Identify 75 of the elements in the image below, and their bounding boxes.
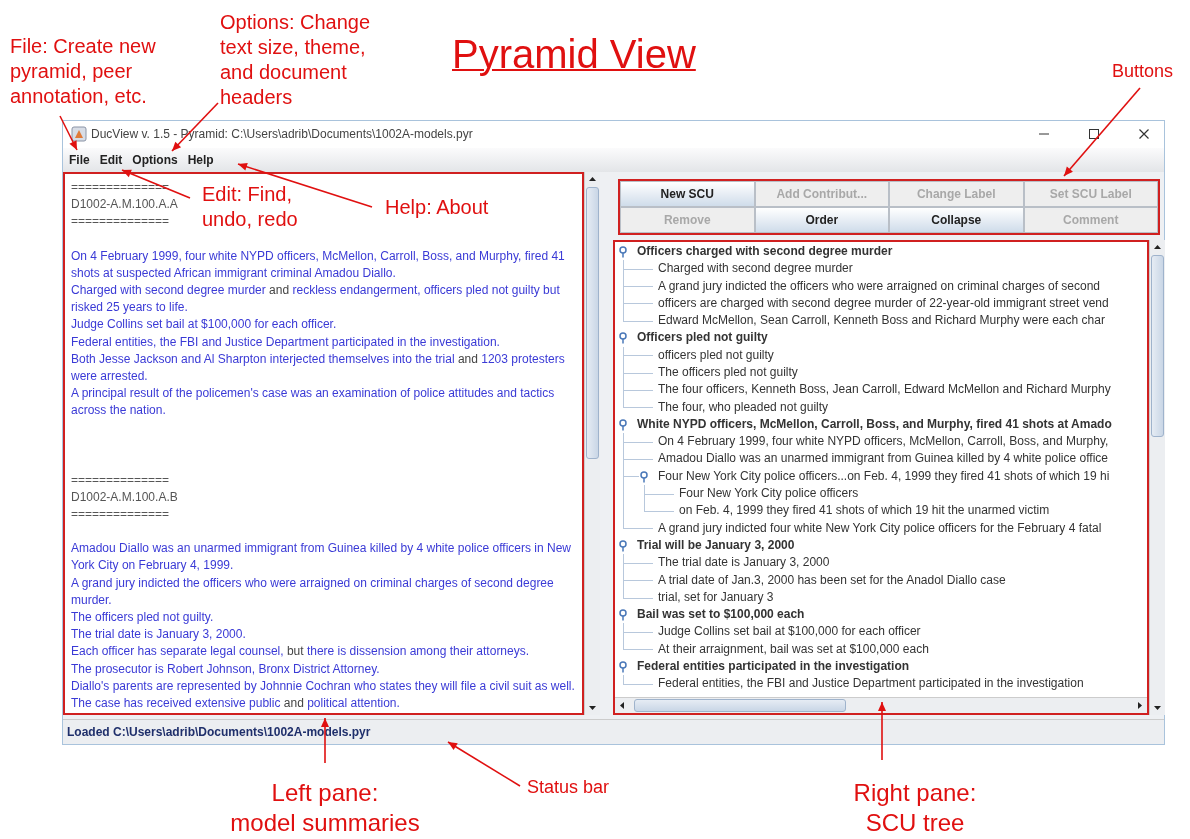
tree-node[interactable]: Federal entities, the FBI and Justice Department participated in the investigation (658, 676, 1084, 691)
summary-sentence: Federal entities, the FBI and Justice Department participated in the investigation. (71, 333, 501, 351)
summary-sentence: The trial date is January 3, 2000. (71, 626, 247, 644)
tree-node[interactable]: The officers pled not guilty (658, 365, 798, 379)
callout-label: Options: Change text size, theme, and document headers (220, 10, 371, 110)
summary-sentence: The prosecutor is Robert Johnson, Bronx District Attorney. (71, 660, 381, 678)
vertical-scrollbar[interactable] (584, 171, 600, 715)
summary-sentence: Judge Collins set bail at $100,000 for each officer. (71, 316, 338, 334)
summary-sentence: The case has received extensive public and political attention. (71, 695, 401, 712)
tree-node[interactable]: on Feb. 4, 1999 they fired 41 shots of which 19 hit the unarmed victim (679, 503, 1050, 518)
summary-sentence: Each officer has separate legal counsel, but there is dissension among their attorneys. (71, 643, 531, 661)
callout-arrow (59, 115, 78, 151)
tree-node[interactable]: The trial date is January 3, 2000 (658, 555, 830, 570)
summary-sentence: The officers pled not guilty. (71, 609, 215, 626)
callout-label: Edit: Find, undo, redo (202, 182, 298, 232)
tree-node[interactable]: Trial will be January 3, 2000 (637, 537, 795, 552)
document-id: D1002-A.M.100.A.B (71, 488, 178, 506)
callout-label: Left pane: model summaries (229, 778, 421, 838)
tree-toggle-icon[interactable] (618, 661, 628, 674)
toolbar-button[interactable]: Collapse (889, 206, 1024, 233)
tree-toggle-icon[interactable] (618, 539, 628, 552)
summary-sentence: On 4 February 1999, four white NYPD officers, McMellon, Carroll, Boss, and Murphy, fired 41 shots at suspected African immigrant criminal Amadou Diallo. (71, 247, 566, 282)
app-icon (71, 126, 87, 143)
tree-node[interactable]: Judge Collins set bail at $100,000 for each officer (658, 624, 921, 639)
toolbar-button[interactable]: Order (754, 206, 889, 233)
tree-node[interactable]: Federal entities participated in the investigation (637, 659, 910, 674)
tree-toggle-icon[interactable] (618, 609, 628, 622)
tree-node[interactable]: Officers pled not guilty (637, 330, 768, 345)
tree-toggle-icon[interactable] (618, 245, 628, 258)
tree-node[interactable]: Bail was set to $100,000 each (637, 607, 805, 622)
tree-node[interactable]: White NYPD officers, McMellon, Carroll, Boss, and Murphy, fired 41 shots at Amado (637, 416, 1112, 431)
tree-node[interactable]: Edward McMellon, Sean Carroll, Kenneth Boss and Richard Murphy were each char (658, 313, 1105, 328)
horizontal-scrollbar[interactable] (615, 696, 1147, 713)
close-icon[interactable] (1138, 128, 1150, 141)
tree-node[interactable]: Four New York City police officers...on Feb. 4, 1999 they fired 41 shots of which 19 hi (658, 468, 1110, 483)
callout-label: Right pane: SCU tree (852, 778, 978, 838)
tree-node[interactable]: A grand jury indicted four white New York City police officers for the February 4 fatal (658, 520, 1102, 535)
callout-arrow (878, 701, 886, 761)
summary-sentence: Charged with second degree murder and reckless endangerment, officers pled not guilty but risked 25 years to life. (71, 281, 561, 317)
summary-sentence: A principal result of the policemen's case was an examination of police attitudes and tactics across the nation. (71, 385, 556, 420)
summary-sentence: A grand jury indicted the officers who were arraigned on criminal charges of second degree murder. (71, 574, 555, 609)
tree-node[interactable]: officers pled not guilty (658, 347, 774, 362)
callout-label: Status bar (527, 776, 610, 799)
toolbar-button[interactable]: New SCU (620, 180, 755, 207)
separator-line: ============== (71, 505, 170, 523)
tree-node[interactable]: Amadou Diallo was an unarmed immigrant from Guinea killed by 4 white police office (658, 451, 1108, 466)
tree-toggle-icon[interactable] (618, 418, 628, 431)
tree-node[interactable]: trial, set for January 3 (658, 589, 774, 604)
maximize-icon[interactable] (1088, 128, 1100, 141)
tree-node[interactable]: Officers charged with second degree murder (637, 243, 893, 258)
menu-item[interactable]: Help (187, 152, 214, 167)
tree-node[interactable]: Charged with second degree murder (658, 261, 853, 276)
tree-node[interactable]: officers are charged with second degree murder of 22-year-old immigrant street vend (658, 295, 1109, 310)
document-id: D1002-A.M.100.A.A (71, 196, 178, 214)
menu-item[interactable]: File (69, 152, 90, 167)
menu-item[interactable]: Edit (99, 152, 123, 167)
callout-label: File: Create new pyramid, peer annotation, etc. (10, 34, 156, 109)
separator-line: ============== (71, 471, 170, 489)
tree-node[interactable]: Four New York City police officers (679, 486, 859, 501)
menu-item[interactable]: Options (132, 152, 178, 167)
summary-sentence: Diallo's parents are represented by Johnnie Cochran who states they will file a civil suit as well. (71, 677, 576, 695)
tree-node[interactable]: The four officers, Kenneth Boss, Jean Carroll, Edward McMellon and Richard Murphy (658, 382, 1111, 397)
figure-title: Pyramid View (452, 32, 696, 77)
tree-node[interactable]: On 4 February 1999, four white NYPD officers, McMellon, Carroll, Boss, and Murphy, (658, 434, 1109, 449)
tree-toggle-icon[interactable] (618, 332, 628, 345)
tree-node[interactable]: A trial date of Jan.3, 2000 has been set for the Anadol Diallo case (658, 572, 1006, 587)
separator-line: ============== (71, 213, 170, 231)
tree-node[interactable]: At their arraignment, bail was set at $100,000 each (658, 641, 929, 656)
callout-label: Help: About (385, 195, 489, 220)
summary-sentence: Both Jesse Jackson and Al Sharpton interjected themselves into the trial and 1203 protesters were arrested. (71, 350, 566, 385)
tree-node[interactable]: A grand jury indicted the officers who were arraigned on criminal charges of second (658, 278, 1101, 293)
tree-toggle-icon[interactable] (639, 470, 649, 483)
summary-sentence: Amadou Diallo was an unarmed immigrant from Guinea killed by 4 white police officers in New York City on February 4, 1999. (71, 540, 572, 575)
tree-node[interactable]: The four, who pleaded not guilty (658, 399, 829, 414)
callout-label: Buttons (1112, 60, 1174, 83)
